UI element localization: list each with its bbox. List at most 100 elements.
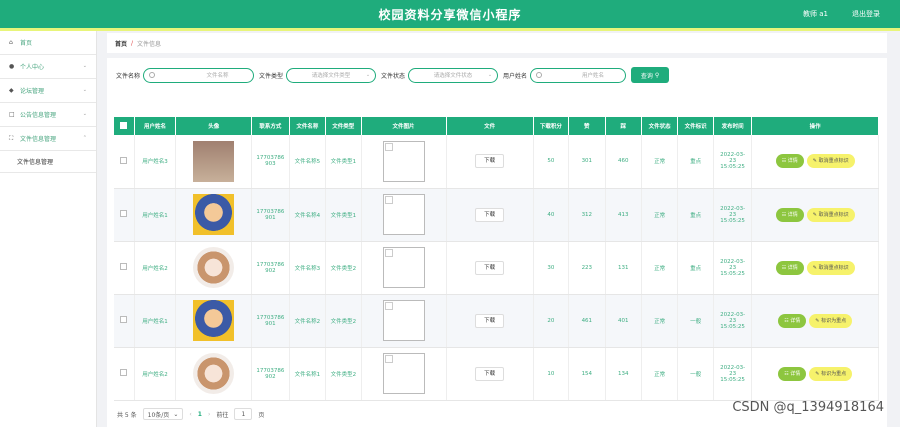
query-button[interactable]: 查询 ⚲ [631,67,670,83]
cell-status: 正常 [641,135,679,189]
download-button[interactable]: 下载 [475,260,505,275]
cell-points: 30 [533,241,570,295]
detail-button[interactable]: ☷ 详情 [775,154,804,169]
cell-filename: 文件名称4 [289,188,327,242]
cell-phone: 17703786901 [251,294,290,348]
detail-button[interactable]: ☷ 详情 [778,366,807,381]
next-page-icon[interactable]: › [208,411,210,418]
chevron-up-icon: ⌃ [82,135,87,141]
breadcrumb-separator: / [131,39,134,47]
row-checkbox[interactable] [120,316,128,323]
toggle-tag-button[interactable]: ✎ 取消重点标识 [806,207,855,222]
col-header: 文件 [446,117,534,135]
sidebar-item-forum[interactable]: ◆ 论坛管理 ⌄ [0,79,96,103]
sidebar-subitem-file-manage[interactable]: 文件信息管理 [0,151,96,173]
sidebar-item-profile[interactable]: ● 个人中心 ⌄ [0,55,96,79]
sidebar-item-files[interactable]: ⛶ 文件信息管理 ⌃ [0,127,96,151]
goto-page-input[interactable]: 1 [234,408,253,420]
chevron-down-icon: ⌄ [173,410,179,418]
sidebar-item-home[interactable]: ⌂ 首页 [0,31,96,55]
cell-likes: 223 [568,241,606,295]
download-button[interactable]: 下载 [475,154,505,169]
cell-username: 用户姓名2 [134,241,177,295]
cell-likes: 301 [568,135,606,189]
broken-image-icon [382,140,425,182]
top-bar: 校园资料分享微信小程序 教师 a1 退出登录 [0,0,900,28]
download-button[interactable]: 下载 [475,366,505,381]
col-header: 文件类型 [325,117,362,135]
filename-label: 文件名称 [116,72,141,80]
row-checkbox[interactable] [120,369,128,376]
cell-filename: 文件名称3 [289,241,327,295]
download-button[interactable]: 下载 [475,313,505,328]
row-checkbox[interactable] [120,210,128,217]
cell-filename: 文件名称5 [289,135,327,189]
avatar [193,194,235,235]
home-icon: ⌂ [9,39,13,46]
cell-phone: 17703786902 [251,241,290,295]
col-header: 发布时间 [713,117,753,135]
breadcrumb-home[interactable]: 首页 [115,39,127,48]
detail-button[interactable]: ☷ 详情 [775,207,804,222]
cell-dislikes: 413 [605,188,642,242]
cell-tag: 重点 [677,188,714,242]
cell-filetype: 文件类型2 [325,347,362,401]
filestatus-label: 文件状态 [381,72,406,80]
page-size-select[interactable]: 10条/页 ⌄ [142,408,184,420]
person-icon: ● [9,63,15,70]
table-row: 用户姓名1 17703786901 文件名称4 文件类型1 下载 40 312 413 正常 重点… [114,188,879,242]
cell-points: 50 [533,135,570,189]
expand-icon: ⛶ [9,135,14,142]
chevron-down-icon: ⌄ [82,87,87,93]
cell-status: 正常 [641,188,679,242]
filestatus-select[interactable]: 请选择文件状态 ⌄ [408,67,499,83]
cell-tag: 一般 [677,347,714,401]
detail-button[interactable]: ☷ 详情 [775,260,804,275]
logout-link[interactable]: 退出登录 [852,9,880,19]
col-header: 赞 [568,117,606,135]
col-header: 下载积分 [533,117,570,135]
col-header: 用户姓名 [134,117,177,135]
cell-dislikes: 401 [605,294,642,348]
table-row: 用户姓名3 17703786903 文件名称5 文件类型1 下载 50 301 460 正常 重点… [114,135,879,189]
cell-username: 用户姓名3 [134,135,177,189]
toggle-tag-button[interactable]: ✎ 取消重点标识 [806,260,855,275]
page-number[interactable]: 1 [198,411,202,418]
download-button[interactable]: 下载 [475,207,505,222]
chevron-down-icon: ⌄ [82,63,87,69]
broken-image-icon [382,353,425,394]
filetype-select[interactable]: 请选择文件类型 ⌄ [286,67,377,83]
row-checkbox[interactable] [120,263,128,270]
prev-page-icon[interactable]: ‹ [189,411,191,418]
detail-button[interactable]: ☷ 详情 [778,313,807,328]
avatar [193,353,235,394]
toggle-tag-button[interactable]: ✎ 标识为重点 [809,313,853,328]
cell-points: 20 [533,294,570,348]
broken-image-icon [382,300,425,341]
toggle-tag-button[interactable]: ✎ 取消重点标识 [806,154,855,169]
cell-phone: 17703786902 [251,347,290,401]
current-user: 教师 a1 [803,10,828,18]
toggle-tag-button[interactable]: ✎ 标识为重点 [809,366,853,381]
doc-icon: □ [9,111,15,118]
col-header: 文件图片 [361,117,447,135]
col-header: 联系方式 [251,117,290,135]
row-checkbox[interactable] [120,156,128,164]
sidebar-item-notice[interactable]: □ 公告信息管理 ⌄ [0,103,96,127]
filename-input[interactable]: 文件名称 [143,67,255,83]
cell-phone: 17703786903 [251,135,290,189]
breadcrumb: 首页 / 文件信息 [107,33,887,53]
col-header: 操作 [751,117,879,135]
cell-status: 正常 [641,347,679,401]
cell-time: 2022-03-23 15:05:25 [713,241,753,295]
table-row: 用户姓名2 17703786902 文件名称1 文件类型2 下载 10 154 134 正常 一般… [114,347,879,401]
select-all-checkbox[interactable] [120,121,128,129]
select-all[interactable] [114,117,135,135]
app-title: 校园资料分享微信小程序 [378,8,522,22]
broken-image-icon [382,194,425,235]
pagination: 共 5 条 10条/页 ⌄ ‹ 1 › 前往 1 页 [117,408,264,420]
avatar [193,247,235,288]
username-input[interactable]: 用户姓名 [530,67,627,83]
col-header: 文件名称 [289,117,327,135]
cell-tag: 一般 [677,294,714,348]
